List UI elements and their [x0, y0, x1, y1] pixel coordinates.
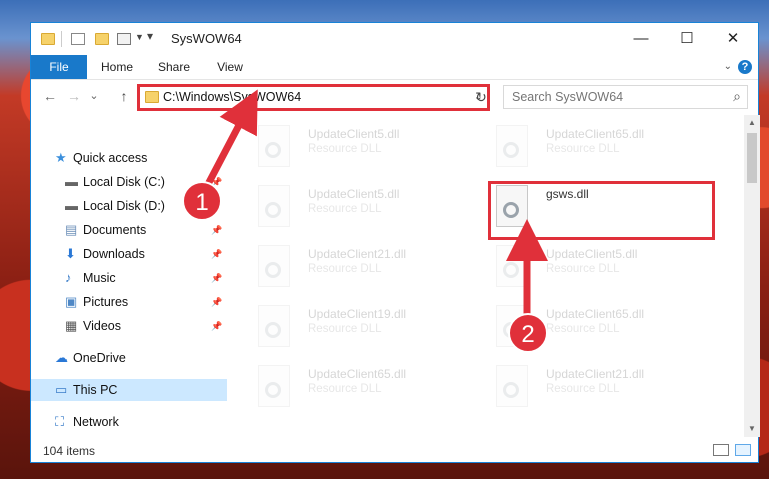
callout-2: 2: [508, 313, 548, 353]
arrow-1: [201, 89, 258, 192]
callout-1: 1: [182, 181, 222, 221]
annotation-arrows: [201, 89, 548, 320]
